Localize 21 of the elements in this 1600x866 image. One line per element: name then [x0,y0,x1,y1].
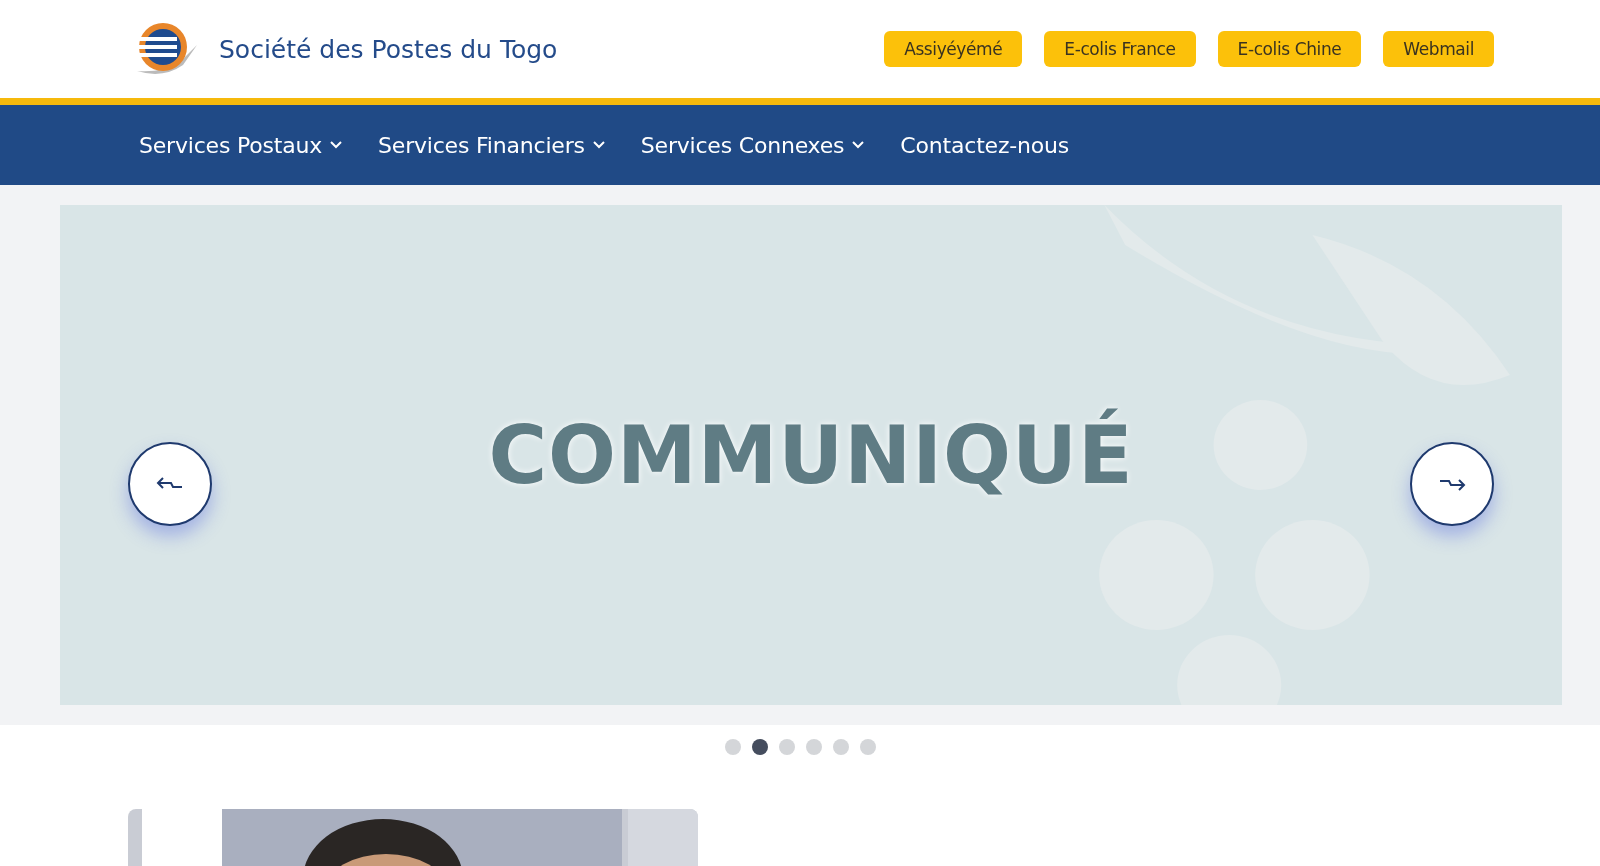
slide-dot[interactable] [751,739,768,755]
chevron-down-icon [330,141,343,149]
quick-link-button[interactable]: Webmail [1383,31,1494,67]
chevron-down-icon [852,141,865,149]
slide-dot[interactable] [778,739,795,755]
nav-menu-item[interactable]: Services Financiers [378,132,605,158]
nav-menu-item[interactable]: Contactez-nous [900,132,1069,158]
slide-dot[interactable] [859,739,876,755]
next-button[interactable] [1410,442,1494,526]
slide-dot[interactable] [724,739,741,755]
slide-heading: COMMUNIQUÉ [488,408,1134,502]
nav-menu-item[interactable]: Services Connexes [640,132,865,158]
previous-button[interactable] [128,442,212,526]
site-title[interactable]: Société des Postes du Togo [219,34,558,64]
nav-menu-item[interactable]: Services Postaux [139,132,343,158]
quick-link-button[interactable]: E-colis Chine [1217,31,1362,67]
quick-link-button[interactable]: E-colis France [1044,31,1196,67]
slide-dot[interactable] [832,739,849,755]
quick-link-button[interactable]: Assiyéyémé [884,31,1023,67]
slide-dot[interactable] [805,739,822,755]
chevron-down-icon [592,141,605,149]
